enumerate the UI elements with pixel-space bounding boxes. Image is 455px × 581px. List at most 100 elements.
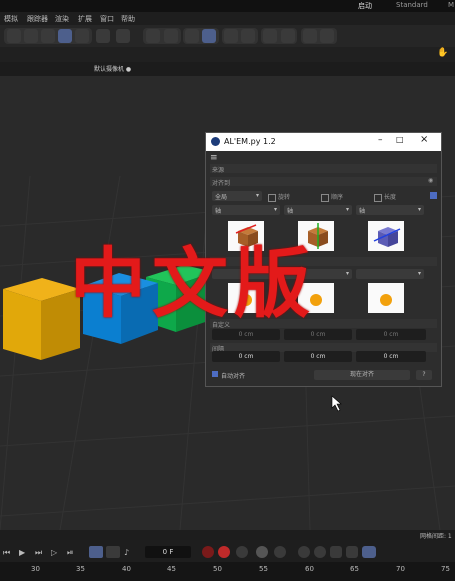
goto-start-icon[interactable]: ⏮ <box>3 548 10 558</box>
menu-render[interactable]: 渲染 <box>55 14 69 24</box>
ruler-tick: 40 <box>122 565 131 573</box>
cloud-icon[interactable] <box>303 29 317 43</box>
chevron-down-icon: ▾ <box>345 206 349 213</box>
ruler-tick: 65 <box>350 565 359 573</box>
mode-edges-icon[interactable] <box>41 29 55 43</box>
ruler-tick: 30 <box>31 565 40 573</box>
mode-points-icon[interactable] <box>24 29 38 43</box>
axis-y-dropdown[interactable]: 轴 ▾ <box>284 205 352 215</box>
render-view-icon[interactable] <box>241 29 255 43</box>
menu-bar: 模拟 跟踪器 渲染 扩展 窗口 帮助 <box>0 12 455 25</box>
menu-extensions[interactable]: 扩展 <box>78 14 92 24</box>
chevron-down-icon: ▾ <box>417 206 421 213</box>
range-icon[interactable] <box>106 546 120 558</box>
mode-object-icon[interactable] <box>58 29 72 43</box>
dialog-title: AL'EM.py 1.2 <box>224 137 276 146</box>
align-now-button[interactable]: 现在对齐 <box>314 370 410 380</box>
menu-simulate[interactable]: 模拟 <box>4 14 18 24</box>
secondary-toolbar: ✋ <box>0 47 455 62</box>
auto-align-checkbox[interactable] <box>212 371 218 377</box>
menu-tracker[interactable]: 跟踪器 <box>27 14 48 24</box>
frame-ruler[interactable] <box>0 562 455 581</box>
param-key-icon[interactable] <box>346 546 358 558</box>
target-thumb-z[interactable] <box>368 283 404 313</box>
camera-label[interactable]: 默认摄像机 ● <box>94 64 131 73</box>
custom-z-field[interactable]: 0 cm <box>356 329 426 340</box>
yellow-cube <box>3 278 80 360</box>
source-label: 来源 <box>212 167 225 174</box>
align-label: 对齐到 <box>212 180 231 187</box>
source-section-header: 来源 <box>210 164 437 174</box>
ruler-tick: 35 <box>76 565 85 573</box>
grid-spacing-readout: 网格间距: 1 <box>420 533 452 540</box>
menu-window[interactable]: 窗口 <box>100 14 114 24</box>
rotate-key-icon[interactable] <box>314 546 326 558</box>
mode-model-icon[interactable] <box>7 29 21 43</box>
record-icon[interactable] <box>202 546 214 558</box>
main-toolbar <box>0 25 455 47</box>
align-section-header: 对齐到 ◉ <box>210 177 437 187</box>
frame-field[interactable]: 0 F <box>145 546 191 558</box>
dialog-titlebar: AL'EM.py 1.2 – □ × <box>206 133 441 151</box>
workspace-bar: 启动 Standard M <box>0 0 455 14</box>
ruler-tick: 60 <box>305 565 314 573</box>
ruler-tick: 45 <box>167 565 176 573</box>
move-key-icon[interactable] <box>298 546 310 558</box>
symmetry-icon[interactable] <box>263 29 277 43</box>
order-checkbox[interactable]: 顺序 <box>321 192 343 202</box>
tab-more[interactable]: M <box>448 1 454 9</box>
timer-icon[interactable] <box>274 546 286 558</box>
workplane-icon[interactable] <box>202 29 216 43</box>
menu-help[interactable]: 帮助 <box>121 14 135 24</box>
snap-settings-icon[interactable] <box>164 29 178 43</box>
close-icon[interactable]: × <box>420 134 428 145</box>
chevron-down-icon: ▾ <box>273 206 277 213</box>
menu-hamburger-icon[interactable]: ≡ <box>210 153 218 163</box>
mode-texture-icon[interactable] <box>75 29 89 43</box>
align-mode-dropdown[interactable]: 全局 ▾ <box>212 191 262 201</box>
spacing-x-field[interactable]: 0 cm <box>212 351 280 362</box>
length-checkbox[interactable]: 长度 <box>374 192 396 202</box>
ruler-tick: 70 <box>396 565 405 573</box>
scale-key-icon[interactable] <box>330 546 342 558</box>
grid-icon[interactable] <box>185 29 199 43</box>
axis-lock-icon[interactable] <box>96 29 110 43</box>
minimize-icon[interactable]: – <box>378 135 383 145</box>
chevron-down-icon: ▾ <box>255 192 259 199</box>
help-button[interactable]: ? <box>416 370 432 380</box>
pla-key-icon[interactable] <box>362 546 376 558</box>
autokey-icon[interactable] <box>218 546 230 558</box>
loop-icon[interactable] <box>89 546 103 558</box>
axis-x-dropdown[interactable]: 轴 ▾ <box>212 205 280 215</box>
spacing-z-field[interactable]: 0 cm <box>356 351 426 362</box>
sound-icon[interactable]: ♪ <box>124 548 129 557</box>
a-badge-icon[interactable] <box>320 29 334 43</box>
settings-gear-icon[interactable] <box>281 29 295 43</box>
timeline-panel: ⏮ ▶ ⏭ ▷ ⏯ ♪ 0 F 30 35 40 45 50 55 60 65 … <box>0 540 455 581</box>
play-icon[interactable]: ▶ <box>19 548 25 557</box>
axis-z-dropdown[interactable]: 轴 ▾ <box>356 205 424 215</box>
chevron-down-icon: ▾ <box>417 270 421 277</box>
magnet-icon[interactable] <box>146 29 160 43</box>
align-mode-value: 全局 <box>215 194 228 201</box>
enable-checkbox[interactable] <box>430 192 437 199</box>
watermark-text: 中文版 <box>70 239 316 328</box>
randomize-checkbox[interactable]: 旋转 <box>268 192 290 202</box>
target-z-dropdown[interactable]: ▾ <box>356 269 424 279</box>
ruler-tick: 55 <box>259 565 268 573</box>
ruler-tick: 50 <box>213 565 222 573</box>
pan-hand-icon[interactable]: ✋ <box>437 48 448 58</box>
step-forward-icon[interactable]: ⏭ <box>35 548 42 558</box>
render-region-icon[interactable] <box>224 29 238 43</box>
viewport-solo-icon[interactable] <box>116 29 130 43</box>
tab-standard[interactable]: Standard <box>396 1 428 9</box>
collapse-icon[interactable]: ◉ <box>428 177 433 184</box>
spacing-y-field[interactable]: 0 cm <box>284 351 352 362</box>
keyframe-mode-icon[interactable] <box>256 546 268 558</box>
goto-end-icon[interactable]: ⏯ <box>67 548 73 558</box>
maximize-icon[interactable]: □ <box>396 135 404 144</box>
ruler-tick: 75 <box>441 565 450 573</box>
keyframe-icon[interactable] <box>236 546 248 558</box>
next-key-icon[interactable]: ▷ <box>51 548 57 557</box>
source-thumb-z[interactable] <box>368 221 404 251</box>
